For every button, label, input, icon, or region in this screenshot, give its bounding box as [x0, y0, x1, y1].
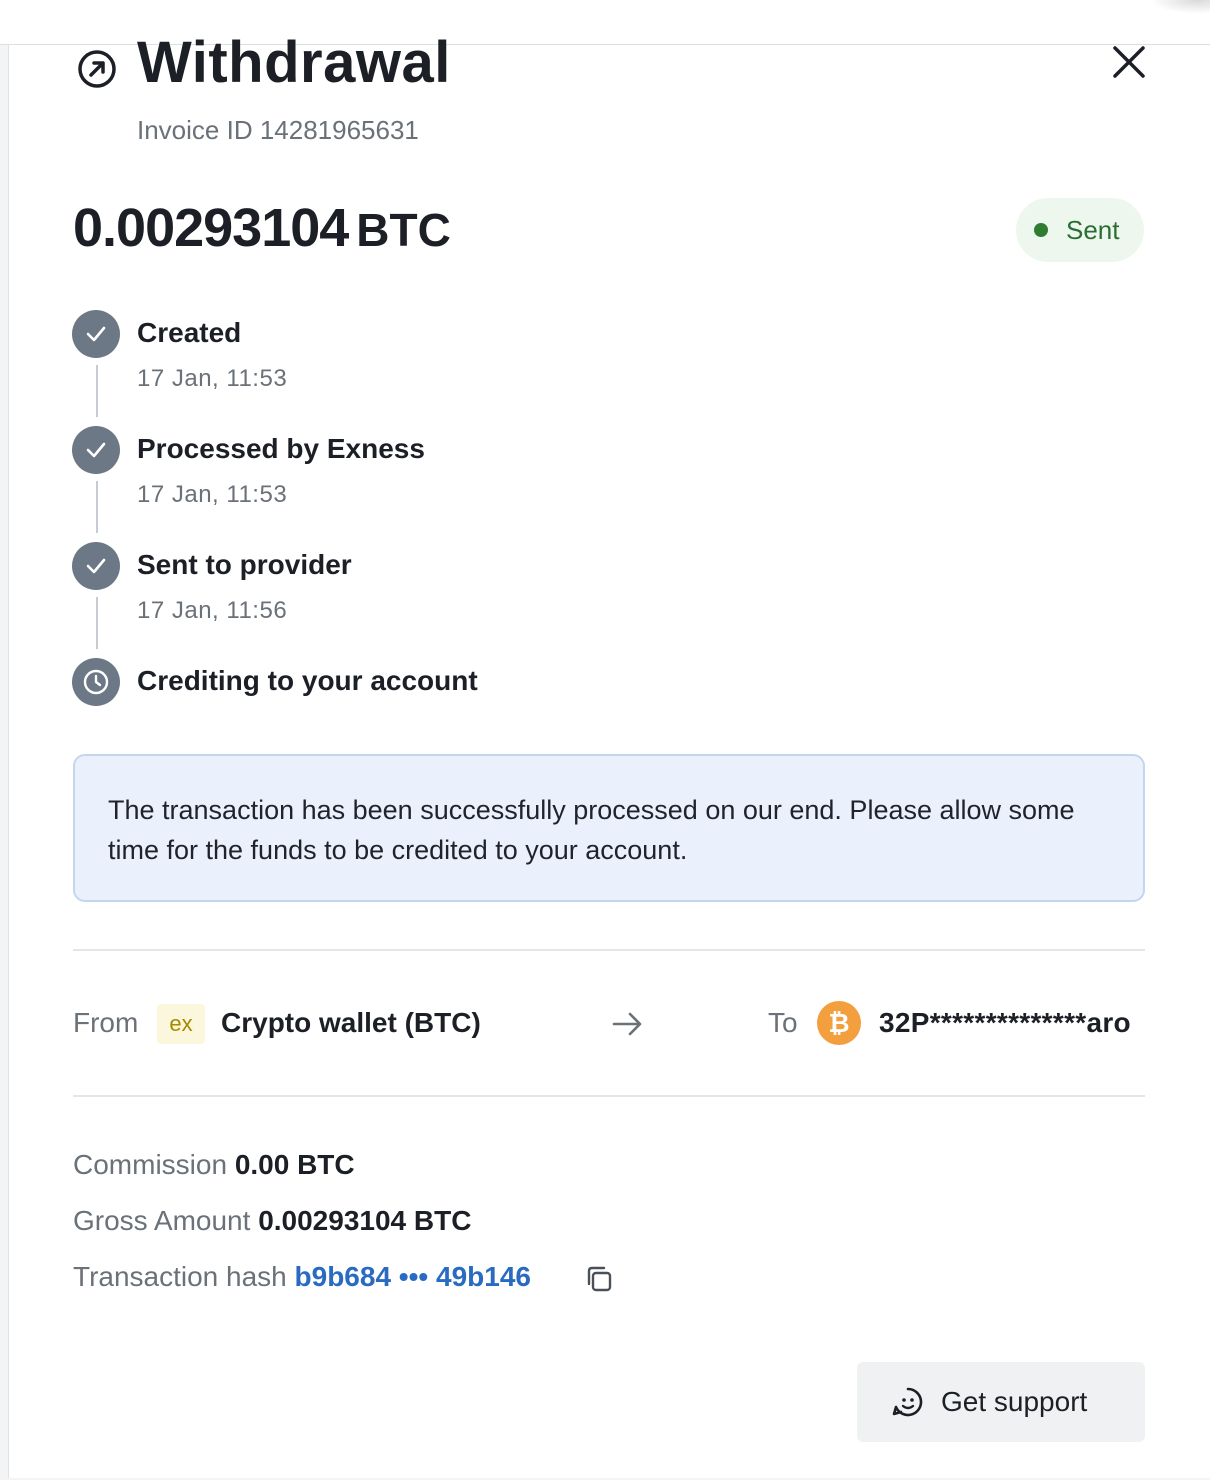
status-badge: Sent: [1016, 198, 1144, 262]
commission-value: 0.00 BTC: [234, 1149, 355, 1180]
divider: [73, 949, 1145, 951]
get-support-label: Get support: [941, 1386, 1088, 1417]
step-title: Processed by Exness: [137, 433, 425, 464]
transaction-hash-label: Transaction hash: [73, 1261, 287, 1292]
step-title: Crediting to your account: [137, 665, 478, 696]
from-label: From: [73, 1007, 139, 1038]
support-chat-icon: [892, 1387, 923, 1417]
check-icon: [86, 326, 106, 342]
close-icon[interactable]: [1107, 45, 1151, 81]
step-time: 17 Jan, 11:53: [137, 481, 288, 508]
step-done-badge: [72, 310, 120, 358]
step-title: Sent to provider: [137, 549, 352, 580]
status-dot: [1034, 223, 1048, 237]
status-label: Sent: [1066, 214, 1120, 245]
divider: [73, 1095, 1145, 1097]
amount-currency: BTC: [356, 204, 451, 256]
withdrawal-amount: 0.00293104 BTC: [73, 197, 451, 259]
check-icon: [86, 558, 106, 574]
to-address: 32P**************aro: [879, 1007, 1131, 1038]
transaction-hash-link[interactable]: b9b684 ••• 49b146: [295, 1261, 531, 1292]
arrow-right-icon: [612, 1012, 642, 1036]
gross-amount-label: Gross Amount: [73, 1205, 251, 1236]
page-title: Withdrawal: [137, 30, 451, 95]
commission-label: Commission: [73, 1149, 228, 1180]
timeline-connector: [96, 365, 98, 417]
from-account: Crypto wallet (BTC): [221, 1007, 481, 1038]
window-shadow: [1150, 0, 1210, 14]
transaction-hash-row: Transaction hash b9b684 ••• 49b146: [73, 1261, 531, 1293]
timeline-connector: [96, 597, 98, 649]
commission-row: Commission 0.00 BTC: [73, 1149, 355, 1181]
step-pending-badge: [72, 658, 120, 706]
amount-value: 0.00293104: [73, 198, 349, 258]
bitcoin-icon: ₿: [817, 1001, 861, 1045]
to-label: To: [768, 1007, 798, 1038]
exness-logo-icon: ex: [157, 1004, 205, 1044]
step-title: Created: [137, 317, 242, 348]
gross-amount-value: 0.00293104 BTC: [258, 1205, 472, 1236]
step-done-badge: [72, 426, 120, 474]
withdrawal-arrow-icon: [78, 50, 116, 88]
info-message: The transaction has been successfully pr…: [73, 754, 1145, 902]
get-support-button[interactable]: Get support: [857, 1362, 1145, 1442]
step-done-badge: [72, 542, 120, 590]
step-time: 17 Jan, 11:56: [137, 597, 288, 624]
check-icon: [86, 442, 106, 458]
copy-icon[interactable]: [584, 1264, 614, 1294]
timeline-connector: [96, 481, 98, 533]
gross-amount-row: Gross Amount 0.00293104 BTC: [73, 1205, 471, 1237]
invoice-id: Invoice ID 14281965631: [137, 115, 419, 145]
step-time: 17 Jan, 11:53: [137, 365, 288, 392]
clock-icon: [83, 669, 109, 695]
withdrawal-panel: Withdrawal Invoice ID 14281965631 0.0029…: [8, 31, 1210, 1478]
